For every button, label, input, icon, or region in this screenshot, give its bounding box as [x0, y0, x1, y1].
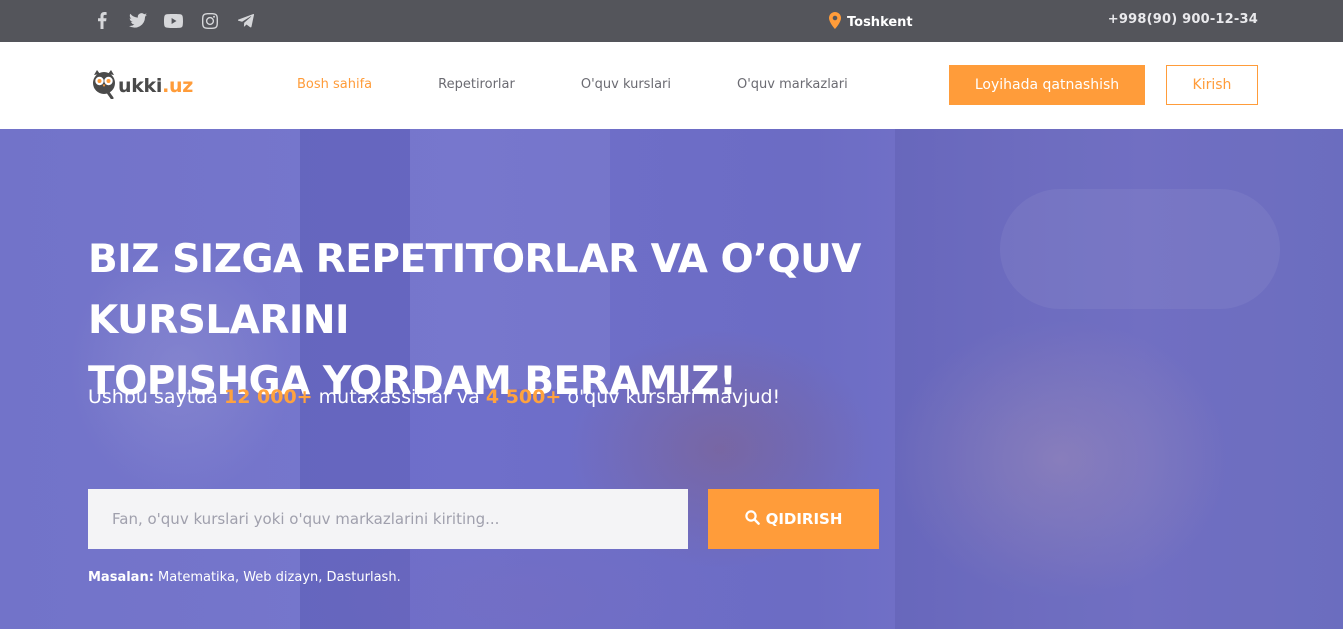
phone-number[interactable]: +998(90) 900-12-34 — [1108, 12, 1258, 27]
nav-link-tutors[interactable]: Repetirorlar — [438, 77, 515, 92]
youtube-icon[interactable] — [164, 11, 183, 30]
owl-logo-icon — [91, 69, 117, 103]
nav-links: Bosh sahifa Repetirorlar O'quv kurslari … — [297, 77, 914, 92]
facebook-icon[interactable] — [92, 11, 111, 30]
nav-link-home[interactable]: Bosh sahifa — [297, 77, 372, 92]
example-link[interactable]: Web dizayn — [243, 570, 318, 585]
hero-subtitle: Ushbu saytda 12 000+ mutaxassislar va 4 … — [88, 386, 781, 408]
social-links — [92, 11, 255, 30]
location-pin-icon — [829, 12, 841, 33]
twitter-icon[interactable] — [128, 11, 147, 30]
login-button[interactable]: Kirish — [1166, 65, 1258, 105]
search-icon — [744, 509, 760, 529]
search-button[interactable]: QIDIRISH — [708, 489, 879, 549]
city-selector[interactable]: Toshkent — [829, 12, 913, 33]
search-button-label: QIDIRISH — [765, 510, 843, 528]
nav-link-courses[interactable]: O'quv kurslari — [581, 77, 671, 92]
nav-link-centers[interactable]: O'quv markazlari — [737, 77, 848, 92]
search-input[interactable] — [88, 489, 688, 549]
main-navbar: ukki.uz Bosh sahifa Repetirorlar O'quv k… — [0, 42, 1343, 129]
join-project-button[interactable]: Loyihada qatnashish — [949, 65, 1145, 105]
courses-count: 4 500+ — [485, 386, 562, 408]
city-label: Toshkent — [847, 15, 913, 30]
examples-label: Masalan: — [88, 570, 154, 585]
hero-title: BIZ SIZGA REPETITORLAR VA O’QUV KURSLARI… — [88, 237, 861, 404]
experts-count: 12 000+ — [223, 386, 313, 408]
example-link[interactable]: Dasturlash — [327, 570, 397, 585]
logo-text: ukki.uz — [118, 75, 194, 97]
instagram-icon[interactable] — [200, 11, 219, 30]
telegram-icon[interactable] — [236, 11, 255, 30]
search-examples: Masalan: Matematika, Web dizayn, Dasturl… — [88, 570, 401, 585]
logo[interactable]: ukki.uz — [91, 69, 193, 103]
example-link[interactable]: Matematika — [158, 570, 235, 585]
top-bar: Toshkent +998(90) 900-12-34 — [0, 0, 1343, 42]
hero-section: BIZ SIZGA REPETITORLAR VA O’QUV KURSLARI… — [0, 129, 1343, 629]
